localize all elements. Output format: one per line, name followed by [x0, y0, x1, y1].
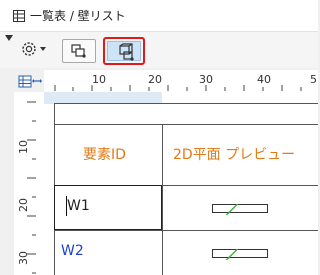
chevron-down-icon [40, 47, 46, 51]
ruler-label-30-v: 30 [17, 251, 30, 265]
row-w1-id[interactable]: W1 [67, 197, 90, 215]
3d-view-button[interactable] [103, 37, 145, 65]
vertical-ruler[interactable]: 10 20 30 [14, 92, 45, 275]
table-icon [13, 10, 25, 22]
3d-view-icon [119, 43, 134, 61]
ruler-label-20: 20 [148, 73, 162, 86]
wall-preview-w1 [212, 204, 268, 215]
ruler-label-10: 10 [92, 73, 106, 86]
settings-dropdown-button[interactable] [18, 38, 52, 60]
plan-view-button[interactable] [62, 39, 96, 63]
window-title: 一覧表 / 壁リスト [30, 9, 126, 23]
ruler-label-10-v: 10 [17, 140, 30, 154]
table-top-border [54, 103, 318, 104]
title-bar: 一覧表 / 壁リスト [0, 0, 318, 32]
horizontal-ruler[interactable]: 10 20 30 40 5 [44, 70, 318, 93]
vertical-ruler-ticks [27, 101, 36, 274]
ruler-label-30: 30 [199, 73, 213, 86]
gear-icon [22, 42, 36, 56]
column-header-element-id[interactable]: 要素ID [83, 146, 126, 164]
ruler-settings-icon[interactable] [14, 70, 44, 92]
ruler-label-40: 40 [257, 73, 271, 86]
wall-preview-w2 [212, 249, 268, 260]
ruler-label-50: 5 [310, 73, 317, 86]
row-w2-id[interactable]: W2 [61, 242, 84, 260]
horizontal-ruler-ticks [54, 85, 302, 91]
table-row-border [54, 230, 318, 231]
table-header-top-border [54, 124, 318, 125]
schedule-sheet [44, 92, 318, 275]
triangle-down-icon[interactable] [5, 35, 13, 41]
plan-view-icon [71, 44, 86, 58]
table-column-divider [162, 124, 163, 275]
ruler-label-20-v: 20 [17, 198, 30, 212]
column-header-2d-preview[interactable]: 2D平面 プレビュー [173, 146, 295, 164]
